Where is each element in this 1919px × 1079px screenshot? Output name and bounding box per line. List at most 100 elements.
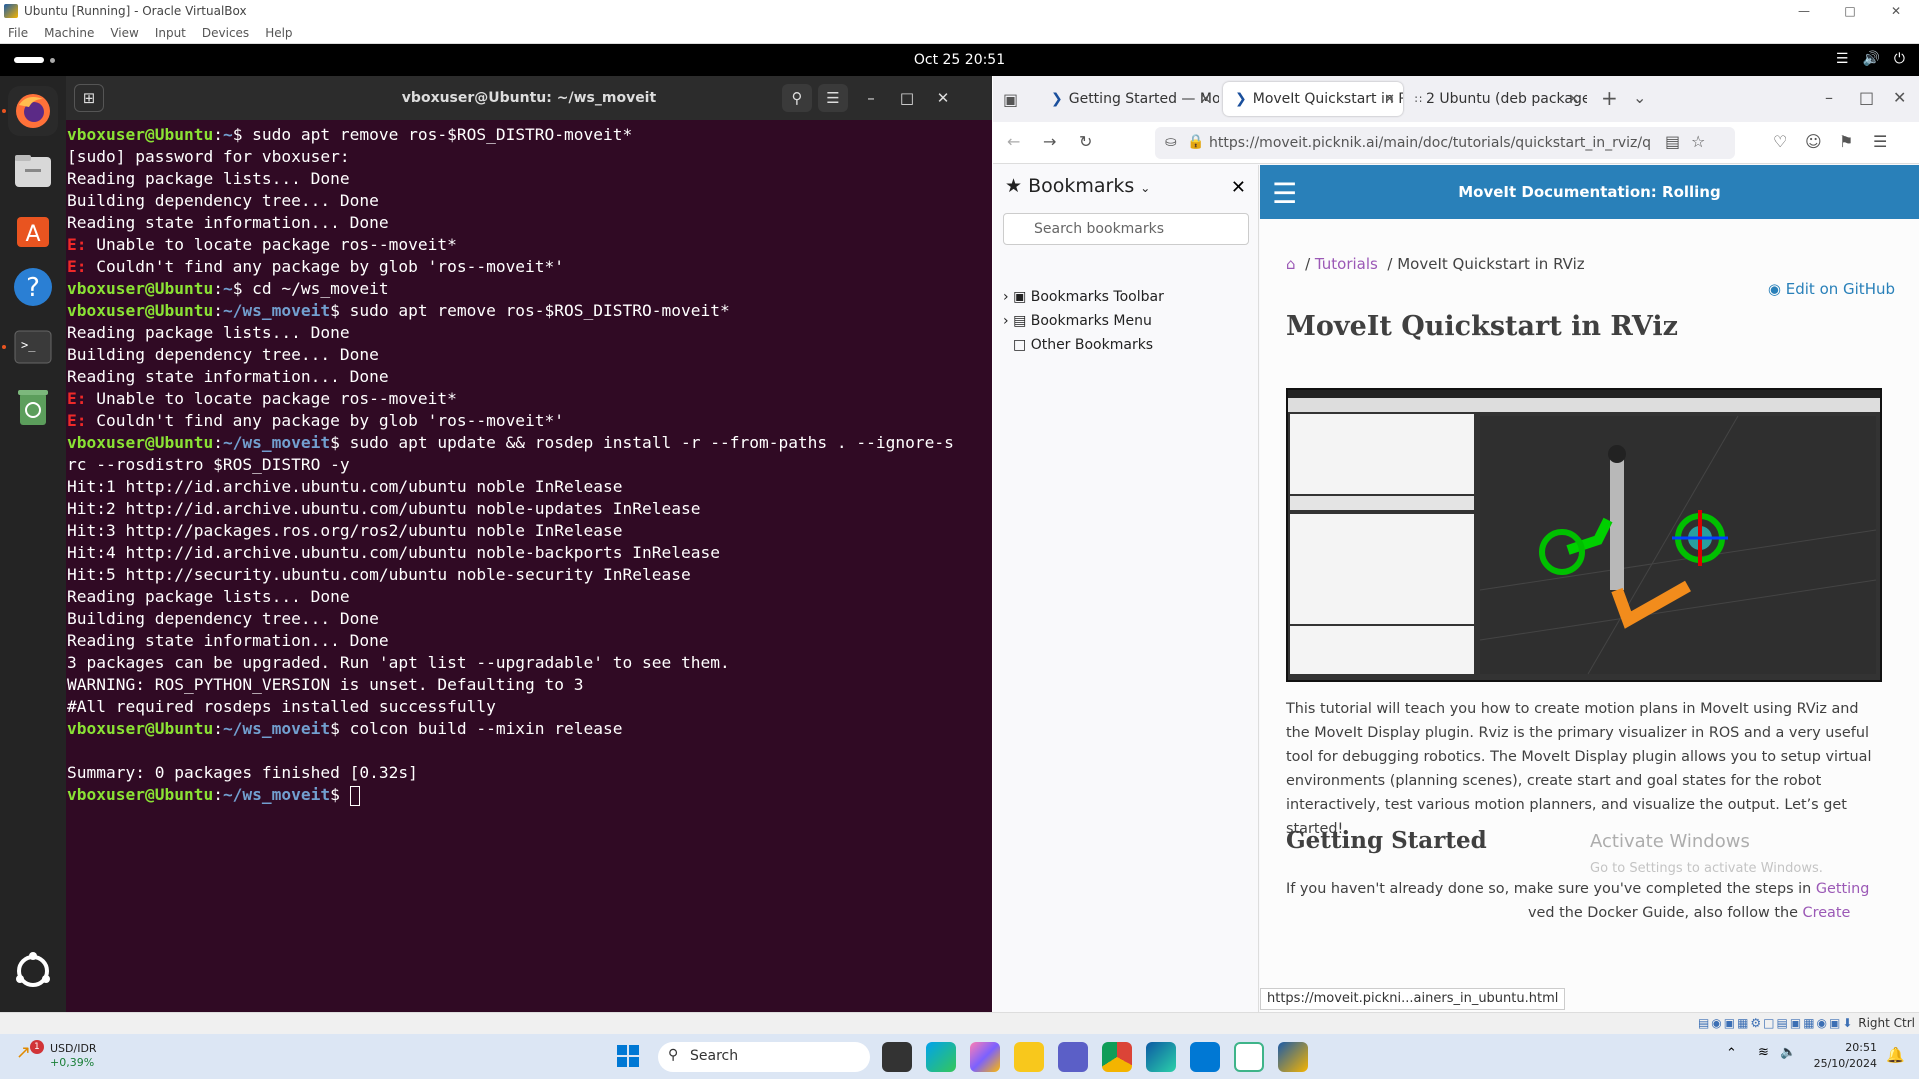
close-tab-icon[interactable]: ✕ [1384, 92, 1395, 107]
maximize-icon[interactable]: □ [1859, 88, 1874, 107]
create-link[interactable]: Create [1803, 905, 1851, 921]
terminal-line: Reading package lists... Done [67, 587, 350, 606]
close-sidebar-icon[interactable]: ✕ [1231, 177, 1246, 198]
notifications-bell-icon[interactable]: 🔔 [1886, 1046, 1905, 1064]
trash-icon[interactable] [8, 382, 58, 432]
close-icon[interactable]: ✕ [1893, 88, 1906, 107]
files-icon[interactable] [8, 146, 58, 196]
file-explorer-icon[interactable] [1014, 1042, 1044, 1072]
link-status-url: https://moveit.pickni...ainers_in_ubuntu… [1260, 988, 1566, 1010]
pocket-icon[interactable]: ♡ [1773, 132, 1787, 151]
device-icons[interactable]: ▤◉▣▦⚙□▤▣▦◉▣⬇ [1698, 1016, 1854, 1030]
taskbar-clock[interactable]: 20:51 25/10/2024 [1814, 1040, 1877, 1072]
volume-icon[interactable]: 🔊 [1862, 51, 1879, 67]
terminal-line: #All required rosdeps installed successf… [67, 697, 496, 716]
power-icon[interactable]: ⏻ [1894, 51, 1905, 67]
task-view-icon[interactable] [882, 1042, 912, 1072]
menu-devices[interactable]: Devices [202, 26, 249, 40]
bookmarks-search-input[interactable]: Search bookmarks [1003, 213, 1249, 245]
bookmarks-title[interactable]: ★ Bookmarks ⌄ [1005, 175, 1150, 197]
forward-icon[interactable]: → [1043, 132, 1056, 151]
bookmark-folder-toolbar[interactable]: › ▣ Bookmarks Toolbar [1003, 289, 1164, 305]
store-icon[interactable] [1190, 1042, 1220, 1072]
extensions-icon[interactable]: ⚑ [1839, 132, 1853, 151]
search-icon[interactable]: ⚲ [782, 84, 812, 112]
app-center-icon[interactable]: A [8, 204, 58, 254]
network-icon[interactable]: ☰ [1836, 51, 1849, 67]
close-button[interactable]: ✕ [1873, 0, 1919, 22]
edit-on-github-link[interactable]: ◉ Edit on GitHub [1768, 280, 1895, 298]
virtualbox-icon[interactable] [1278, 1042, 1308, 1072]
vbox-menu-bar: File Machine View Input Devices Help [0, 22, 1919, 44]
reader-view-icon[interactable]: ▤ [1665, 132, 1680, 151]
firefox-window: ▣ ❯ Getting Started — Move ✕ ❯ MoveIt Qu… [993, 76, 1919, 1012]
tab-overview-icon[interactable]: ▣ [1003, 90, 1018, 109]
wifi-icon[interactable]: ≋ [1758, 1045, 1769, 1060]
menu-machine[interactable]: Machine [44, 26, 94, 40]
top-bar-clock[interactable]: Oct 25 20:51 [0, 52, 1919, 68]
tab-quickstart[interactable]: ❯ MoveIt Quickstart in RVi ✕ [1223, 82, 1403, 116]
url-bar[interactable]: ⛀ 🔒 https://moveit.picknik.ai/main/doc/t… [1155, 127, 1735, 159]
volume-icon[interactable]: 🔈 [1780, 1045, 1796, 1060]
ubuntu-top-bar: Oct 25 20:51 ☰ 🔊 ⏻ [0, 44, 1919, 76]
edge-icon[interactable] [926, 1042, 956, 1072]
firefox-icon[interactable] [8, 86, 58, 136]
tab-label: 2 Ubuntu (deb packages) - [1426, 91, 1587, 107]
terminal-line: E: Couldn't find any package by glob 'ro… [67, 411, 565, 430]
teams-icon[interactable] [1058, 1042, 1088, 1072]
terminal-output[interactable]: vboxuser@Ubuntu:~$ sudo apt remove ros-$… [66, 120, 992, 806]
account-icon[interactable]: ☺ [1805, 132, 1822, 151]
bookmark-star-icon[interactable]: ☆ [1691, 132, 1705, 151]
chevron-up-icon[interactable]: ⌃ [1726, 1046, 1737, 1061]
menu-view[interactable]: View [110, 26, 138, 40]
close-icon[interactable]: ✕ [928, 84, 958, 112]
show-apps-icon[interactable] [8, 946, 58, 996]
lock-icon[interactable]: 🔒 [1187, 134, 1204, 150]
hamburger-menu-icon[interactable]: ☰ [818, 84, 848, 112]
edge-dev-icon[interactable] [1146, 1042, 1176, 1072]
menu-help[interactable]: Help [265, 26, 292, 40]
shield-icon[interactable]: ⛀ [1165, 134, 1177, 150]
menu-file[interactable]: File [8, 26, 28, 40]
tab-getting-started[interactable]: ❯ Getting Started — Move ✕ [1039, 82, 1219, 116]
home-icon[interactable]: ⌂ [1286, 255, 1296, 273]
maximize-button[interactable]: □ [1827, 0, 1873, 22]
minimize-button[interactable]: — [1781, 0, 1827, 22]
maximize-icon[interactable]: □ [892, 84, 922, 112]
breadcrumb-current: MoveIt Quickstart in RViz [1397, 255, 1585, 273]
bookmark-folder-menu[interactable]: › ▤ Bookmarks Menu [1003, 313, 1152, 329]
terminal-cursor [349, 785, 360, 806]
chrome-icon[interactable] [1102, 1042, 1132, 1072]
svg-text:?: ? [26, 273, 40, 303]
breadcrumb-tutorials-link[interactable]: Tutorials [1315, 255, 1378, 273]
close-tab-icon[interactable]: ✕ [1200, 92, 1211, 107]
reload-icon[interactable]: ↻ [1079, 132, 1092, 151]
bookmarks-sidebar: ★ Bookmarks ⌄ ✕ Search bookmarks › ▣ Boo… [993, 165, 1259, 1012]
minimize-icon[interactable]: – [856, 84, 886, 112]
terminal-line: Building dependency tree... Done [67, 345, 379, 364]
help-icon[interactable]: ? [8, 262, 58, 312]
page-title: MoveIt Quickstart in RViz [1286, 311, 1678, 342]
getting-link[interactable]: Getting [1816, 881, 1870, 897]
docs-title[interactable]: MoveIt Documentation: Rolling [1260, 183, 1919, 201]
back-icon[interactable]: ← [1007, 132, 1020, 151]
taskbar-search[interactable]: ⚲ Search [658, 1042, 870, 1072]
windows-start-icon[interactable] [616, 1044, 640, 1072]
terminal-line: Hit:1 http://id.archive.ubuntu.com/ubunt… [67, 477, 623, 496]
close-tab-icon[interactable]: ✕ [1568, 92, 1579, 107]
terminal-icon[interactable]: >_ [8, 322, 58, 372]
list-tabs-icon[interactable]: ⌄ [1633, 88, 1646, 107]
terminal-window: ⊞ vboxuser@Ubuntu: ~/ws_moveit ⚲ ☰ – □ ✕… [66, 76, 992, 1012]
tab-ubuntu-deb[interactable]: ∷ 2 Ubuntu (deb packages) - ✕ [1407, 82, 1587, 116]
copilot-icon[interactable] [970, 1042, 1000, 1072]
app-menu-icon[interactable]: ☰ [1873, 132, 1887, 151]
menu-input[interactable]: Input [155, 26, 186, 40]
minimize-icon[interactable]: – [1825, 88, 1833, 107]
folder-icon: □ [1013, 337, 1027, 353]
search-icon: ⚲ [668, 1047, 679, 1063]
new-tab-button[interactable]: + [1601, 86, 1618, 110]
svg-text:A: A [25, 222, 40, 247]
bookmark-folder-other[interactable]: □ Other Bookmarks [1013, 337, 1153, 353]
currency-widget[interactable]: ↗ 1 USD/IDR +0,39% [16, 1040, 97, 1070]
vscode-icon[interactable] [1234, 1042, 1264, 1072]
